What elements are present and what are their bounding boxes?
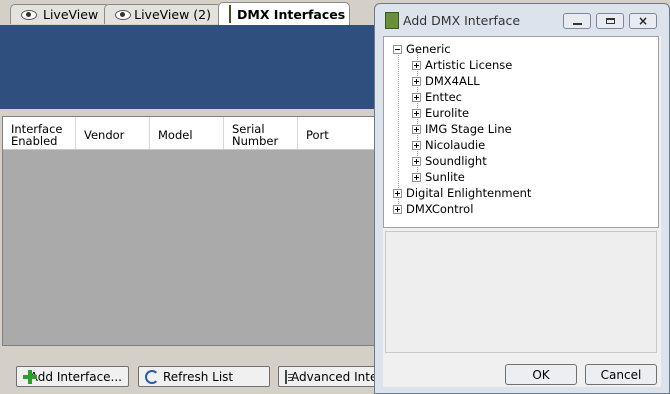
tab-liveview-2[interactable]: LiveView (2)	[104, 4, 222, 24]
tree-node-nicolaudie[interactable]: Nicolaudie	[412, 137, 485, 153]
button-label: Refresh List	[163, 369, 234, 384]
cancel-button[interactable]: Cancel	[585, 364, 657, 385]
tab-liveview[interactable]: LiveView	[10, 4, 110, 24]
dialog-body: Generic Artistic License DMX4ALL Enttec …	[383, 36, 661, 387]
column-serial-number[interactable]: Serial Number	[224, 117, 298, 149]
expand-icon[interactable]	[412, 156, 421, 166]
add-icon	[23, 369, 36, 384]
tree-node-eurolite[interactable]: Eurolite	[412, 105, 469, 121]
ok-button[interactable]: OK	[505, 364, 577, 385]
close-button[interactable]: ×	[629, 13, 657, 29]
tree-node-artistic-license[interactable]: Artistic License	[412, 57, 512, 73]
expand-icon[interactable]	[412, 76, 421, 86]
tree-node-label: Generic	[406, 42, 451, 56]
expand-icon[interactable]	[393, 188, 402, 198]
tree-node-dmxcontrol[interactable]: DMXControl	[393, 201, 473, 217]
dmx-interface-icon	[229, 5, 238, 23]
dmx-interface-icon	[385, 12, 399, 29]
refresh-icon	[145, 369, 159, 384]
column-vendor[interactable]: Vendor	[76, 117, 150, 149]
maximize-button[interactable]	[596, 13, 624, 29]
tab-label: DMX Interfaces	[237, 6, 346, 22]
tree-node-digital-enlightenment[interactable]: Digital Enlightenment	[393, 185, 531, 201]
column-port[interactable]: Port	[298, 117, 375, 149]
expand-icon[interactable]	[412, 108, 421, 118]
tree-node-sunlite[interactable]: Sunlite	[412, 169, 465, 185]
tab-dmx-interfaces[interactable]: DMX Interfaces	[218, 2, 350, 25]
description-panel	[385, 231, 657, 353]
minimize-button[interactable]	[563, 13, 591, 29]
expand-icon[interactable]	[412, 60, 421, 70]
eye-icon	[21, 9, 37, 20]
tree-node-label: Eurolite	[425, 106, 470, 120]
tree-node-soundlight[interactable]: Soundlight	[412, 153, 487, 169]
tree-node-label: Enttec	[425, 90, 462, 104]
expand-icon[interactable]	[412, 140, 421, 150]
dialog-title: Add DMX Interface	[403, 13, 521, 28]
expand-icon[interactable]	[412, 124, 421, 134]
tab-label: LiveView	[43, 7, 99, 22]
tree-node-label: IMG Stage Line	[425, 122, 512, 136]
eye-icon	[115, 9, 132, 20]
collapse-icon[interactable]	[393, 44, 402, 54]
header-panel	[0, 25, 376, 109]
tree-node-img-stage-line[interactable]: IMG Stage Line	[412, 121, 512, 137]
expand-icon[interactable]	[412, 172, 421, 182]
tree-node-label: Soundlight	[425, 154, 487, 168]
button-label: Advanced Inter	[291, 369, 378, 384]
advanced-interface-button[interactable]: Advanced Inter	[278, 366, 378, 387]
tab-label: LiveView (2)	[134, 7, 211, 22]
button-label: Add Interface...	[29, 369, 122, 384]
tree-node-label: DMX4ALL	[425, 74, 480, 88]
column-interface-enabled[interactable]: Interface Enabled	[3, 117, 76, 149]
tree-node-dmx4all[interactable]: DMX4ALL	[412, 73, 480, 89]
add-interface-button[interactable]: Add Interface...	[16, 366, 129, 387]
expand-icon[interactable]	[412, 92, 421, 102]
tree-node-enttec[interactable]: Enttec	[412, 89, 462, 105]
refresh-list-button[interactable]: Refresh List	[138, 366, 270, 387]
tree-node-label: Nicolaudie	[425, 138, 486, 152]
close-icon: ×	[637, 14, 649, 28]
tree-node-label: Artistic License	[425, 58, 513, 72]
column-model[interactable]: Model	[150, 117, 224, 149]
expand-icon[interactable]	[393, 204, 402, 214]
interfaces-table[interactable]: Interface Enabled Vendor Model Serial Nu…	[2, 116, 376, 346]
document-icon	[285, 369, 294, 384]
tree-node-label: Digital Enlightenment	[406, 186, 532, 200]
tree-node-label: DMXControl	[406, 202, 474, 216]
add-dmx-interface-dialog: Add DMX Interface × Generic Artistic Lic…	[374, 3, 670, 394]
dialog-titlebar[interactable]: Add DMX Interface ×	[375, 4, 669, 34]
table-header: Interface Enabled Vendor Model Serial Nu…	[3, 117, 375, 150]
tree-node-generic[interactable]: Generic	[393, 41, 451, 57]
tree-node-label: Sunlite	[425, 170, 465, 184]
interface-tree[interactable]: Generic Artistic License DMX4ALL Enttec …	[383, 36, 659, 228]
